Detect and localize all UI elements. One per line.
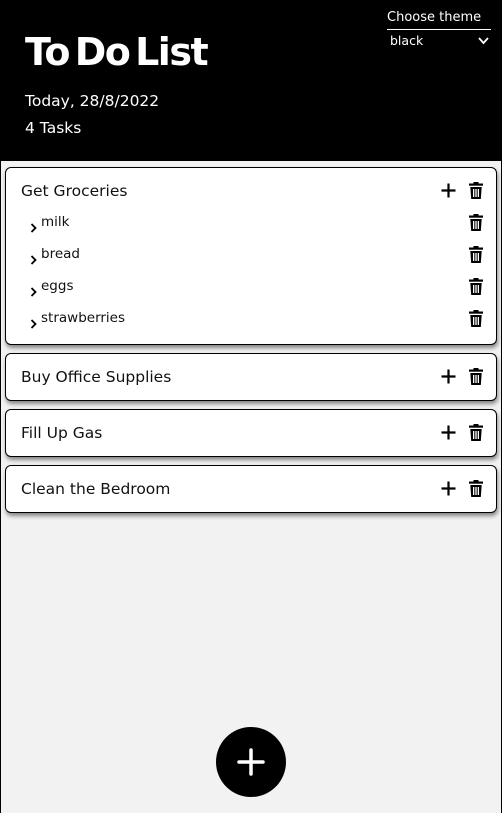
delete-task-button[interactable] [469,480,483,497]
theme-select-value: black [390,33,424,48]
task-count: 4 Tasks [25,119,82,137]
chevron-right-icon[interactable] [30,218,37,233]
subtask-list: milk bread eggs strawberries [6,206,496,344]
delete-subtask-button[interactable] [469,278,483,295]
delete-task-button[interactable] [469,182,483,199]
task-header[interactable]: Buy Office Supplies [6,354,496,400]
add-subtask-button[interactable] [441,425,456,440]
plus-icon [441,425,456,444]
task-list: Get Groceries milk bread eggs strawberries Bu… [5,167,497,521]
subtask-item[interactable]: eggs [6,270,496,302]
trash-icon [469,310,483,331]
current-date: Today, 28/8/2022 [25,92,160,110]
subtask-label: milk [41,214,70,230]
delete-task-button[interactable] [469,424,483,441]
task-card[interactable]: Get Groceries milk bread eggs strawberries [5,167,497,345]
delete-subtask-button[interactable] [469,246,483,263]
theme-label: Choose theme [387,10,482,25]
subtask-item[interactable]: strawberries [6,302,496,334]
add-subtask-button[interactable] [441,481,456,496]
subtask-label: eggs [41,278,74,294]
trash-icon [469,424,483,445]
delete-subtask-button[interactable] [469,214,483,231]
plus-icon [441,481,456,500]
trash-icon [469,480,483,501]
chevron-right-icon[interactable] [30,250,37,265]
task-card[interactable]: Fill Up Gas [5,409,497,457]
task-title: Buy Office Supplies [21,368,172,386]
trash-icon [469,368,483,389]
app-header: To Do List Today, 28/8/2022 4 Tasks Choo… [1,0,501,161]
task-title: Clean the Bedroom [21,480,171,498]
subtask-item[interactable]: bread [6,238,496,270]
trash-icon [469,246,483,267]
add-subtask-button[interactable] [441,369,456,384]
plus-icon [441,369,456,388]
subtask-item[interactable]: milk [6,206,496,238]
plus-icon [237,748,265,776]
task-title: Fill Up Gas [21,424,103,442]
delete-subtask-button[interactable] [469,310,483,327]
trash-icon [469,214,483,235]
add-subtask-button[interactable] [441,183,456,198]
task-header[interactable]: Fill Up Gas [6,410,496,456]
task-title: Get Groceries [21,182,128,200]
chevron-down-icon [478,37,489,45]
task-card[interactable]: Clean the Bedroom [5,465,497,513]
subtask-label: bread [41,246,80,262]
plus-icon [441,183,456,202]
subtask-label: strawberries [41,310,126,326]
theme-select[interactable]: black [387,29,491,52]
chevron-right-icon[interactable] [30,282,37,297]
task-header[interactable]: Clean the Bedroom [6,466,496,512]
trash-icon [469,182,483,203]
add-task-fab[interactable] [216,727,286,797]
chevron-right-icon[interactable] [30,314,37,329]
trash-icon [469,278,483,299]
task-card[interactable]: Buy Office Supplies [5,353,497,401]
delete-task-button[interactable] [469,368,483,385]
page-title: To Do List [25,30,209,74]
